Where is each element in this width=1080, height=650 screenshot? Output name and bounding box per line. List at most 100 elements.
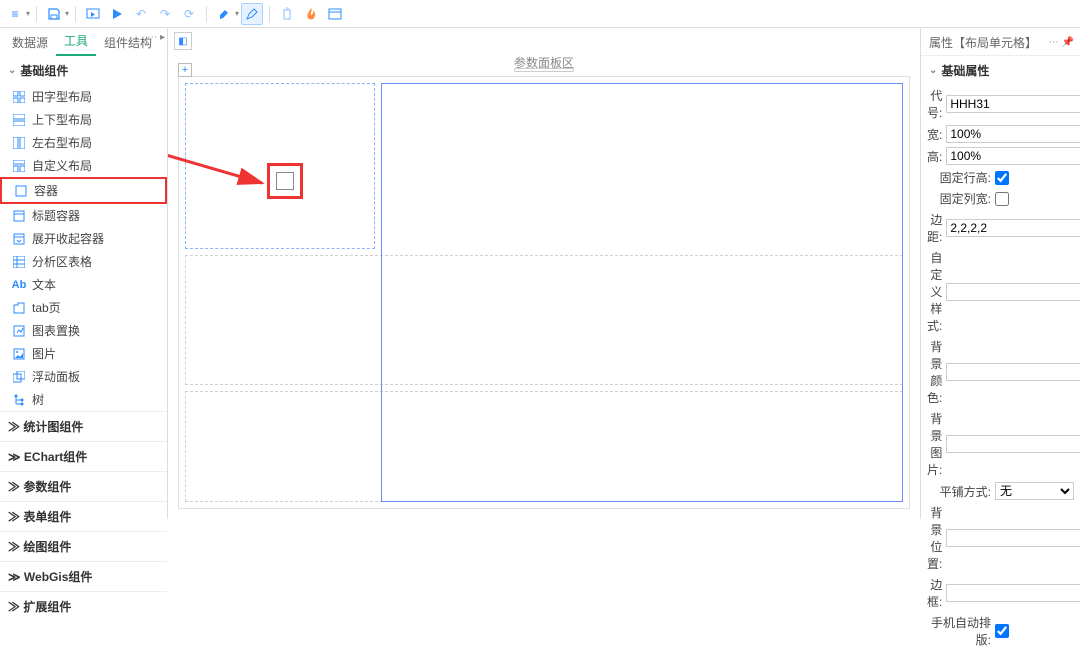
check-fixrow[interactable] — [995, 171, 1009, 185]
pencil-icon[interactable] — [241, 3, 263, 25]
item-collapse-container[interactable]: 展开收起容器 — [0, 227, 167, 250]
refresh-icon[interactable]: ⟳ — [178, 3, 200, 25]
flame-icon[interactable] — [300, 3, 322, 25]
item-label: 上下型布局 — [32, 111, 92, 128]
text-icon: Ab — [12, 278, 26, 292]
item-image[interactable]: 图片 — [0, 342, 167, 365]
add-cell-icon[interactable]: + — [178, 63, 192, 77]
item-label: 标题容器 — [32, 207, 80, 224]
label-height: 高: — [927, 148, 942, 165]
container-icon — [14, 184, 28, 198]
item-label: 分析区表格 — [32, 253, 92, 270]
basic-tree: 田字型布局 上下型布局 左右型布局 自定义布局 容器 标题容器 展开收起容器 分… — [0, 85, 167, 411]
group-form[interactable]: ≫ 表单组件 — [0, 501, 167, 531]
undo-icon[interactable]: ↶ — [130, 3, 152, 25]
group-param[interactable]: ≫ 参数组件 — [0, 471, 167, 501]
label-bgimg: 背景图片: — [927, 410, 942, 478]
menu-icon[interactable]: ≡ — [4, 3, 26, 25]
preview-icon[interactable] — [82, 3, 104, 25]
check-fixcol[interactable] — [995, 192, 1009, 206]
label-fixrow: 固定行高: — [927, 169, 991, 186]
left-panel: 数据源 工具 组件结构 ⋯ ▸ ⌄基础组件 田字型布局 上下型布局 左右型布局 … — [0, 28, 168, 519]
item-tree[interactable]: 树 — [0, 388, 167, 411]
item-analysis-table[interactable]: 分析区表格 — [0, 250, 167, 273]
tree-icon — [12, 393, 26, 407]
item-title-container[interactable]: 标题容器 — [0, 204, 167, 227]
input-code[interactable] — [946, 95, 1080, 113]
group-basic-label: 基础组件 — [20, 62, 68, 79]
item-tian-layout[interactable]: 田字型布局 — [0, 85, 167, 108]
group-label: 扩展组件 — [23, 600, 71, 614]
item-float-panel[interactable]: 浮动面板 — [0, 365, 167, 388]
main-toolbar: ≡▾ ▾ ↶ ↷ ⟳ ▾ — [0, 0, 1080, 28]
swap-icon — [12, 324, 26, 338]
input-margin[interactable] — [946, 219, 1080, 237]
tab-tools[interactable]: 工具 — [56, 27, 96, 56]
group-basic[interactable]: ⌄基础组件 — [0, 56, 167, 85]
input-custom[interactable] — [946, 283, 1080, 301]
trash-icon[interactable] — [276, 3, 298, 25]
group-label: 参数组件 — [23, 480, 71, 494]
props-basic-group[interactable]: ⌄基础属性 — [921, 56, 1080, 85]
item-label: 树 — [32, 391, 44, 408]
item-label: 文本 — [32, 276, 56, 293]
drag-handle[interactable] — [514, 68, 574, 72]
group-stat[interactable]: ≫ 统计图组件 — [0, 411, 167, 441]
group-webgis[interactable]: ≫ WebGis组件 — [0, 561, 167, 591]
properties-panel: 属性【布局单元格】⋯ 📌 ⌄基础属性 代号: 宽: 高: 固定行高: 固定列宽:… — [920, 28, 1080, 519]
design-surface[interactable]: + — [178, 76, 910, 509]
group-ext[interactable]: ≫ 扩展组件 — [0, 591, 167, 621]
group-paint[interactable]: ≫ 绘图组件 — [0, 531, 167, 561]
item-container[interactable]: 容器 — [0, 177, 167, 204]
label-tile: 平铺方式: — [927, 483, 991, 500]
pin-icon[interactable]: ⋯ 📌 — [1049, 37, 1074, 48]
select-tile[interactable]: 无 — [995, 482, 1074, 500]
titlebox-icon — [12, 209, 26, 223]
tab-datasource[interactable]: 数据源 — [4, 29, 56, 56]
label-bgcolor: 背景颜色: — [927, 338, 942, 406]
input-width[interactable] — [946, 125, 1080, 143]
paint-icon[interactable] — [213, 3, 235, 25]
canvas-mini-tab[interactable]: ◧ — [174, 32, 192, 50]
item-text[interactable]: Ab 文本 — [0, 273, 167, 296]
rows-icon — [12, 113, 26, 127]
save-icon[interactable] — [43, 3, 65, 25]
input-bgimg[interactable] — [946, 435, 1080, 453]
left-tabs: 数据源 工具 组件结构 ⋯ ▸ — [0, 28, 167, 56]
canvas-area[interactable]: ◧ 参数面板区 + — [168, 28, 920, 519]
input-border[interactable] — [946, 584, 1080, 602]
input-bgcolor[interactable] — [946, 363, 1080, 381]
label-fixcol: 固定列宽: — [927, 190, 991, 207]
grid-icon — [12, 90, 26, 104]
label-mobile: 手机自动排版: — [927, 614, 991, 648]
item-chart-swap[interactable]: 图表置换 — [0, 319, 167, 342]
item-label: 容器 — [34, 182, 58, 199]
item-label: 浮动面板 — [32, 368, 80, 385]
tabs-more-icon[interactable]: ⋯ ▸ — [147, 32, 165, 43]
properties-title: 属性【布局单元格】⋯ 📌 — [921, 28, 1080, 56]
input-height[interactable] — [946, 147, 1080, 165]
item-label: 自定义布局 — [32, 157, 92, 174]
item-custom-layout[interactable]: 自定义布局 — [0, 154, 167, 177]
item-label: 展开收起容器 — [32, 230, 104, 247]
label-bgpos: 背景位置: — [927, 504, 942, 572]
input-bgpos[interactable] — [946, 529, 1080, 547]
check-mobile[interactable] — [995, 624, 1009, 638]
window-icon[interactable] — [324, 3, 346, 25]
item-tab-page[interactable]: tab页 — [0, 296, 167, 319]
layout-cell-2[interactable] — [381, 83, 903, 502]
label-custom: 自定义样式: — [927, 249, 942, 334]
item-label: 图片 — [32, 345, 56, 362]
item-vert-layout[interactable]: 上下型布局 — [0, 108, 167, 131]
item-label: 左右型布局 — [32, 134, 92, 151]
play-icon[interactable] — [106, 3, 128, 25]
redo-icon[interactable]: ↷ — [154, 3, 176, 25]
group-label: 基础属性 — [941, 62, 989, 79]
custom-icon — [12, 159, 26, 173]
item-horiz-layout[interactable]: 左右型布局 — [0, 131, 167, 154]
cols-icon — [12, 136, 26, 150]
drop-indicator — [267, 163, 303, 199]
group-echart[interactable]: ≫ EChart组件 — [0, 441, 167, 471]
collapse-icon — [12, 232, 26, 246]
float-icon — [12, 370, 26, 384]
